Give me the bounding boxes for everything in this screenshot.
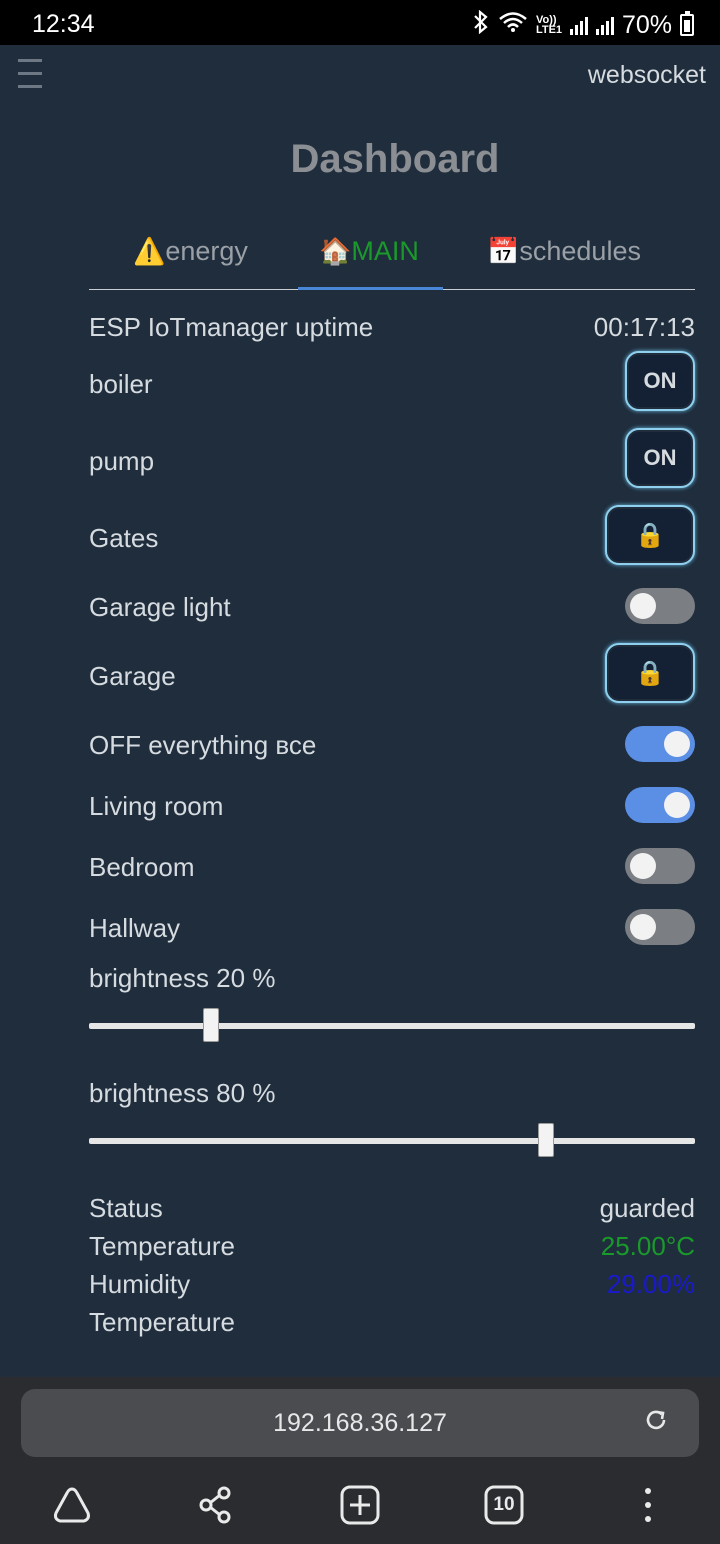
status-row: Status guarded (89, 1193, 695, 1227)
living-room-toggle[interactable] (625, 787, 695, 823)
status-value: guarded (599, 1193, 695, 1223)
living-room-row: Living room (89, 785, 695, 825)
status-time: 12:34 (32, 10, 95, 38)
brightness-1-label: brightness 20 % (89, 963, 276, 993)
address-bar[interactable]: 192.168.36.127 (21, 1389, 699, 1457)
battery-percent: 70% (621, 10, 672, 39)
garage-light-label: Garage light (89, 592, 231, 622)
reload-icon[interactable] (643, 1407, 669, 1440)
temperature-2-row: Temperature (89, 1307, 695, 1341)
new-tab-icon[interactable] (336, 1481, 384, 1529)
tab-schedules[interactable]: 📅schedules (487, 236, 641, 288)
tab-bar: ⚠️energy 🏠MAIN 📅schedules (89, 230, 695, 290)
boiler-on-button[interactable]: ON (625, 351, 695, 411)
pump-row: pump ON (89, 428, 695, 490)
garage-lock-button[interactable]: 🔒 (605, 643, 695, 703)
slider-track (89, 1138, 695, 1144)
temperature-label: Temperature (89, 1231, 235, 1261)
living-room-label: Living room (89, 791, 224, 821)
off-everything-label: OFF everything все (89, 730, 317, 760)
active-tab-indicator (298, 287, 443, 290)
gates-lock-button[interactable]: 🔒 (605, 505, 695, 565)
browser-bottom-bar: 192.168.36.127 10 (0, 1377, 720, 1544)
brightness-2-slider[interactable] (89, 1120, 695, 1160)
home-icon[interactable] (48, 1481, 96, 1529)
garage-row: Garage 🔒 (89, 643, 695, 705)
tab-energy[interactable]: ⚠️energy (133, 236, 248, 288)
slider-thumb[interactable] (537, 1123, 554, 1157)
wifi-icon (498, 11, 528, 39)
humidity-label: Humidity (89, 1269, 191, 1299)
tabs-icon[interactable]: 10 (480, 1481, 528, 1529)
hallway-toggle[interactable] (625, 909, 695, 945)
status-icons: Vo)) LTE1 70% (472, 9, 694, 40)
signal-icon (569, 15, 588, 35)
tab-schedules-label: schedules (519, 236, 641, 266)
share-icon[interactable] (192, 1481, 240, 1529)
status-bar: 12:34 Vo)) LTE1 70% (0, 0, 720, 45)
humidity-row: Humidity 29.00% (89, 1269, 695, 1303)
lock-icon: 🔒 (635, 659, 665, 687)
status-label: Status (89, 1193, 163, 1223)
warning-icon: ⚠️ (133, 236, 166, 266)
garage-light-row: Garage light (89, 586, 695, 626)
brightness-1-slider[interactable] (89, 1005, 695, 1045)
lte-label: Vo)) LTE1 (535, 14, 563, 36)
hallway-label: Hallway (89, 913, 181, 943)
lock-icon: 🔒 (635, 521, 665, 549)
uptime-value: 00:17:13 (593, 312, 695, 342)
tab-main[interactable]: 🏠MAIN (319, 236, 419, 288)
house-icon: 🏠 (319, 236, 352, 266)
hallway-row: Hallway (89, 907, 695, 947)
slider-thumb[interactable] (202, 1008, 219, 1042)
humidity-value: 29.00% (606, 1269, 695, 1299)
pump-label: pump (89, 446, 155, 476)
hamburger-icon[interactable] (18, 59, 42, 89)
battery-icon (680, 11, 694, 36)
brightness-2-label: brightness 80 % (89, 1078, 276, 1108)
gates-row: Gates 🔒 (89, 505, 695, 567)
tab-main-label: MAIN (351, 236, 419, 266)
app-content: websocket Dashboard ⚠️energy 🏠MAIN 📅sche… (0, 45, 720, 1377)
garage-label: Garage (89, 661, 176, 691)
calendar-icon: 📅 (487, 236, 520, 266)
temperature-row: Temperature 25.00°C (89, 1231, 695, 1265)
bedroom-row: Bedroom (89, 846, 695, 886)
url-text: 192.168.36.127 (273, 1409, 447, 1437)
tab-count: 10 (493, 1494, 515, 1515)
garage-light-toggle[interactable] (625, 588, 695, 624)
bluetooth-icon (472, 9, 490, 40)
uptime-row: ESP IoTmanager uptime 00:17:13 (89, 312, 695, 346)
boiler-label: boiler (89, 369, 153, 399)
gates-label: Gates (89, 523, 159, 553)
pump-on-button[interactable]: ON (625, 428, 695, 488)
page-title: Dashboard (290, 137, 500, 181)
signal-icon-2 (595, 15, 614, 35)
boiler-row: boiler ON (89, 351, 695, 413)
off-everything-row: OFF everything все (89, 724, 695, 764)
connection-label: websocket (587, 61, 706, 89)
temperature-2-label: Temperature (89, 1307, 235, 1337)
tab-energy-label: energy (165, 236, 248, 266)
bedroom-label: Bedroom (89, 852, 195, 882)
brightness-1-row: brightness 20 % (89, 963, 695, 997)
temperature-value: 25.00°C (600, 1231, 695, 1261)
browser-nav: 10 (0, 1477, 720, 1537)
uptime-label: ESP IoTmanager uptime (89, 312, 374, 342)
more-icon[interactable] (624, 1481, 672, 1529)
brightness-2-row: brightness 80 % (89, 1078, 695, 1112)
bedroom-toggle[interactable] (625, 848, 695, 884)
slider-track (89, 1023, 695, 1029)
off-everything-toggle[interactable] (625, 726, 695, 762)
